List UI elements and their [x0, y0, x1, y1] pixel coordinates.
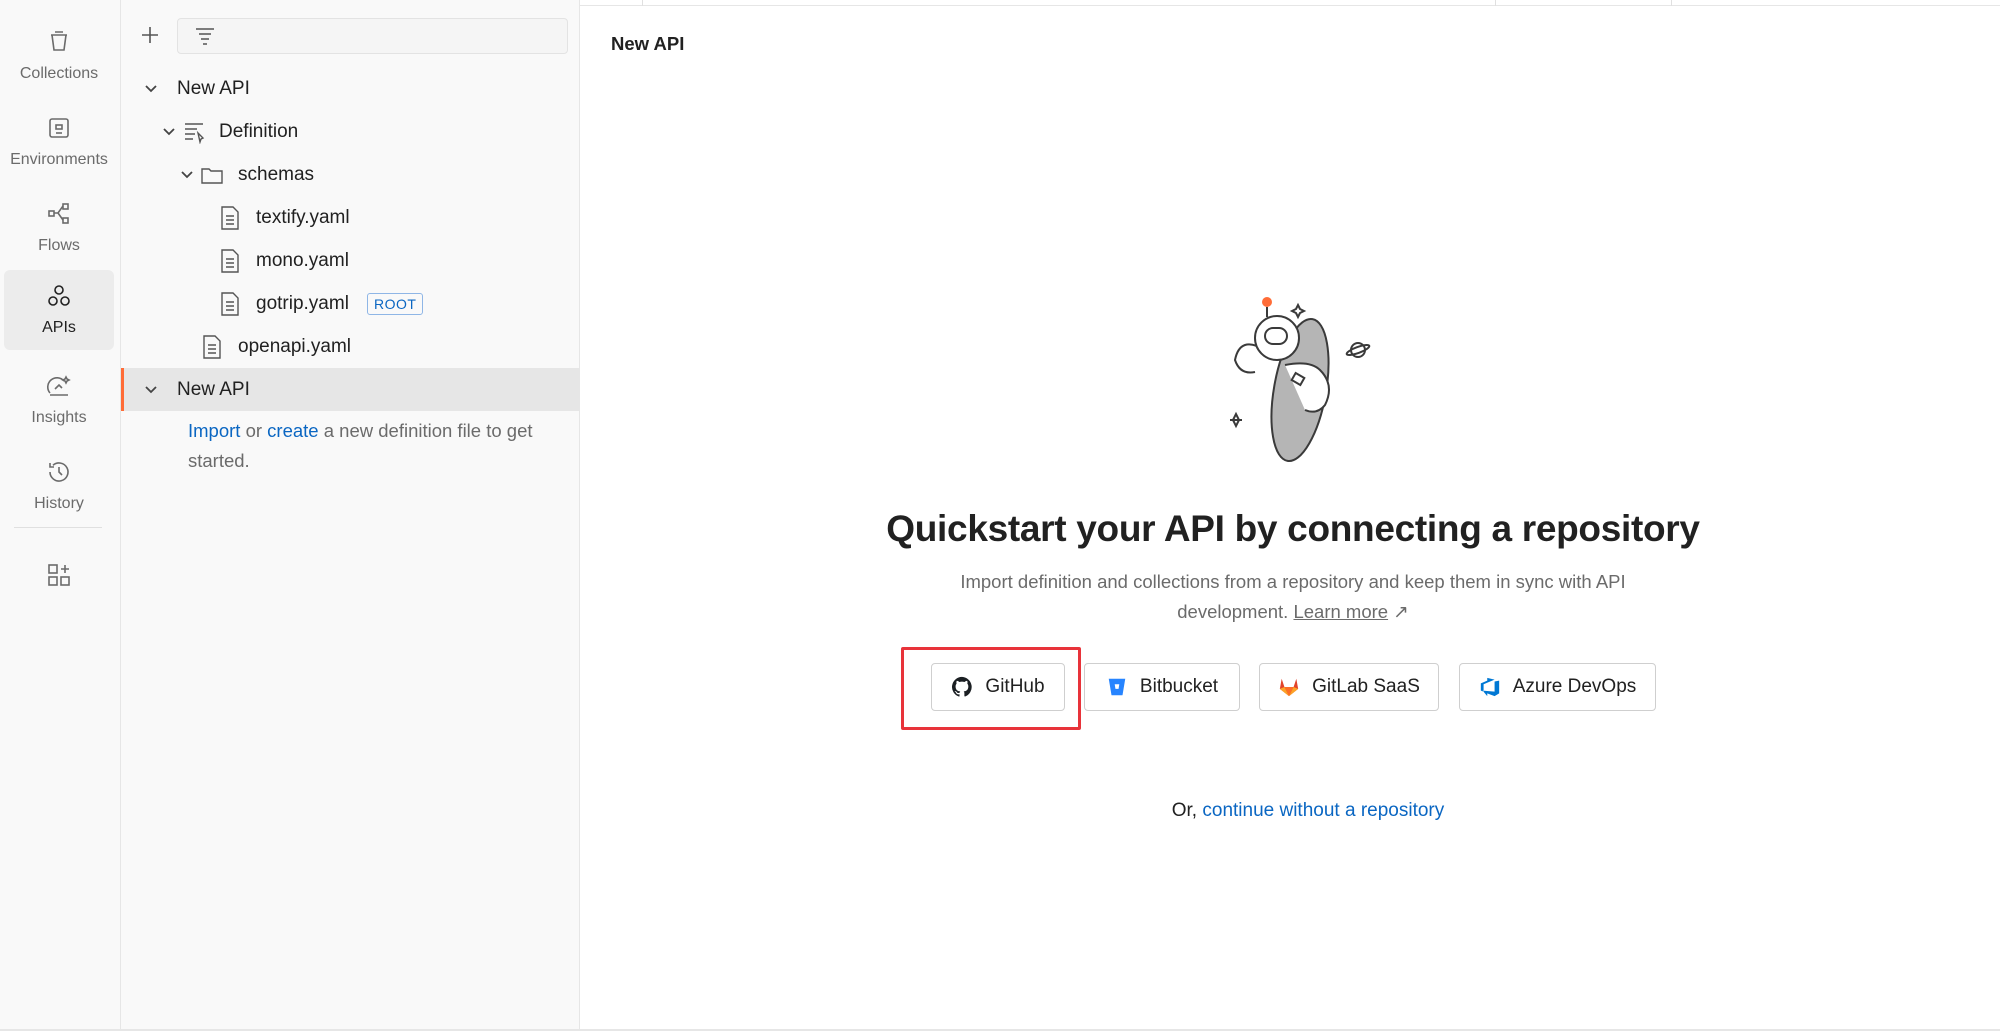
- azure-devops-icon: [1480, 677, 1499, 697]
- azure-devops-button-label: Azure DevOps: [1512, 676, 1637, 697]
- page-title: New API: [611, 33, 685, 54]
- file-icon: [201, 334, 223, 359]
- tab-separator: [1671, 0, 1672, 6]
- github-button[interactable]: GitHub: [931, 663, 1065, 711]
- rail-label: Collections: [19, 65, 99, 82]
- learn-more-link[interactable]: Learn more: [1293, 601, 1388, 622]
- github-button-label: GitHub: [985, 676, 1045, 697]
- tree-item-file[interactable]: gotrip.yaml ROOT: [121, 282, 580, 325]
- tree-item-new-api[interactable]: New API: [121, 67, 580, 110]
- file-icon: [219, 248, 241, 273]
- insights-icon: [47, 375, 71, 396]
- rail-collections[interactable]: Collections: [4, 16, 114, 96]
- azure-devops-button[interactable]: Azure DevOps: [1459, 663, 1656, 711]
- folder-icon: [201, 163, 223, 187]
- rail-label: Insights: [31, 409, 87, 426]
- chevron-down-icon[interactable]: [143, 81, 159, 97]
- rail-apis[interactable]: APIs: [4, 270, 114, 350]
- root-badge: ROOT: [367, 292, 424, 315]
- rail-divider: [14, 527, 102, 528]
- tree-item-label: New API: [177, 77, 250, 99]
- rail-label: Flows: [38, 237, 80, 254]
- tree-item-label: New API: [177, 378, 250, 400]
- bitbucket-button[interactable]: Bitbucket: [1084, 663, 1240, 711]
- bitbucket-button-label: Bitbucket: [1139, 676, 1219, 697]
- astronaut-illustration: [1230, 297, 1371, 463]
- github-icon: [952, 676, 973, 697]
- tab-separator: [642, 0, 643, 6]
- rail-flows[interactable]: Flows: [4, 188, 114, 268]
- tree-item-schemas[interactable]: schemas: [121, 153, 580, 196]
- filter-input[interactable]: [177, 18, 568, 54]
- new-api-button[interactable]: [135, 20, 165, 50]
- continue-without-repository-link[interactable]: continue without a repository: [1202, 800, 1444, 821]
- sidebar-toolbar: [121, 16, 580, 56]
- apis-icon: [48, 285, 70, 306]
- chevron-down-icon[interactable]: [179, 167, 195, 183]
- definition-icon: [183, 120, 205, 145]
- external-link-icon: ↗: [1393, 601, 1409, 622]
- quickstart-description: Import definition and collections from a…: [930, 567, 1656, 627]
- chevron-down-icon[interactable]: [161, 124, 177, 140]
- tree-item-definition[interactable]: Definition: [121, 110, 580, 153]
- quickstart-headline: Quickstart your API by connecting a repo…: [886, 508, 1700, 549]
- continue-section: Or, continue without a repository: [580, 800, 2000, 822]
- rail-environments[interactable]: Environments: [4, 102, 114, 182]
- history-icon: [49, 462, 69, 482]
- filter-icon: [196, 28, 214, 45]
- rail-insights[interactable]: Insights: [4, 360, 114, 440]
- or-text: Or,: [1171, 800, 1203, 821]
- tree-item-label: schemas: [238, 163, 315, 185]
- chevron-down-icon[interactable]: [143, 382, 159, 398]
- create-link[interactable]: create: [267, 420, 318, 441]
- import-hint: Import or create a new definition file t…: [188, 416, 568, 476]
- tab-strip: [580, 0, 2000, 6]
- flows-icon: [48, 203, 69, 224]
- rail-label: History: [34, 495, 84, 512]
- tree-item-label: Definition: [219, 120, 299, 142]
- rail-add-workbench[interactable]: [4, 535, 114, 615]
- gitlab-button[interactable]: GitLab SaaS: [1259, 663, 1439, 711]
- gitlab-button-label: GitLab SaaS: [1312, 676, 1420, 697]
- environments-icon: [49, 118, 69, 138]
- add-workbench-icon: [48, 564, 70, 586]
- import-link[interactable]: Import: [188, 420, 240, 441]
- tree-item-new-api-selected[interactable]: New API: [121, 368, 580, 411]
- collections-icon: [51, 31, 67, 51]
- tab-separator: [1495, 0, 1496, 6]
- tree-item-file[interactable]: textify.yaml: [121, 196, 580, 239]
- rail-label: APIs: [42, 319, 76, 336]
- rail-label: Environments: [10, 151, 108, 168]
- tree-item-label: mono.yaml: [256, 249, 349, 271]
- plus-icon: [142, 27, 158, 43]
- tree-item-file[interactable]: mono.yaml: [121, 239, 580, 282]
- hint-or: or: [240, 420, 268, 441]
- api-sidebar: New API Definition schemas textify.yaml …: [121, 0, 580, 1031]
- bitbucket-icon: [1108, 678, 1126, 696]
- file-icon: [219, 205, 241, 230]
- gitlab-icon: [1279, 678, 1299, 697]
- tree-item-label: textify.yaml: [256, 206, 350, 228]
- tree-item-label: gotrip.yaml: [256, 292, 349, 314]
- tree-item-label: openapi.yaml: [238, 335, 352, 357]
- tree-item-file[interactable]: openapi.yaml: [121, 325, 580, 368]
- file-icon: [219, 291, 241, 316]
- rail-history[interactable]: History: [4, 446, 114, 526]
- icon-rail: Collections Environments Flows APIs Insi…: [0, 0, 121, 1031]
